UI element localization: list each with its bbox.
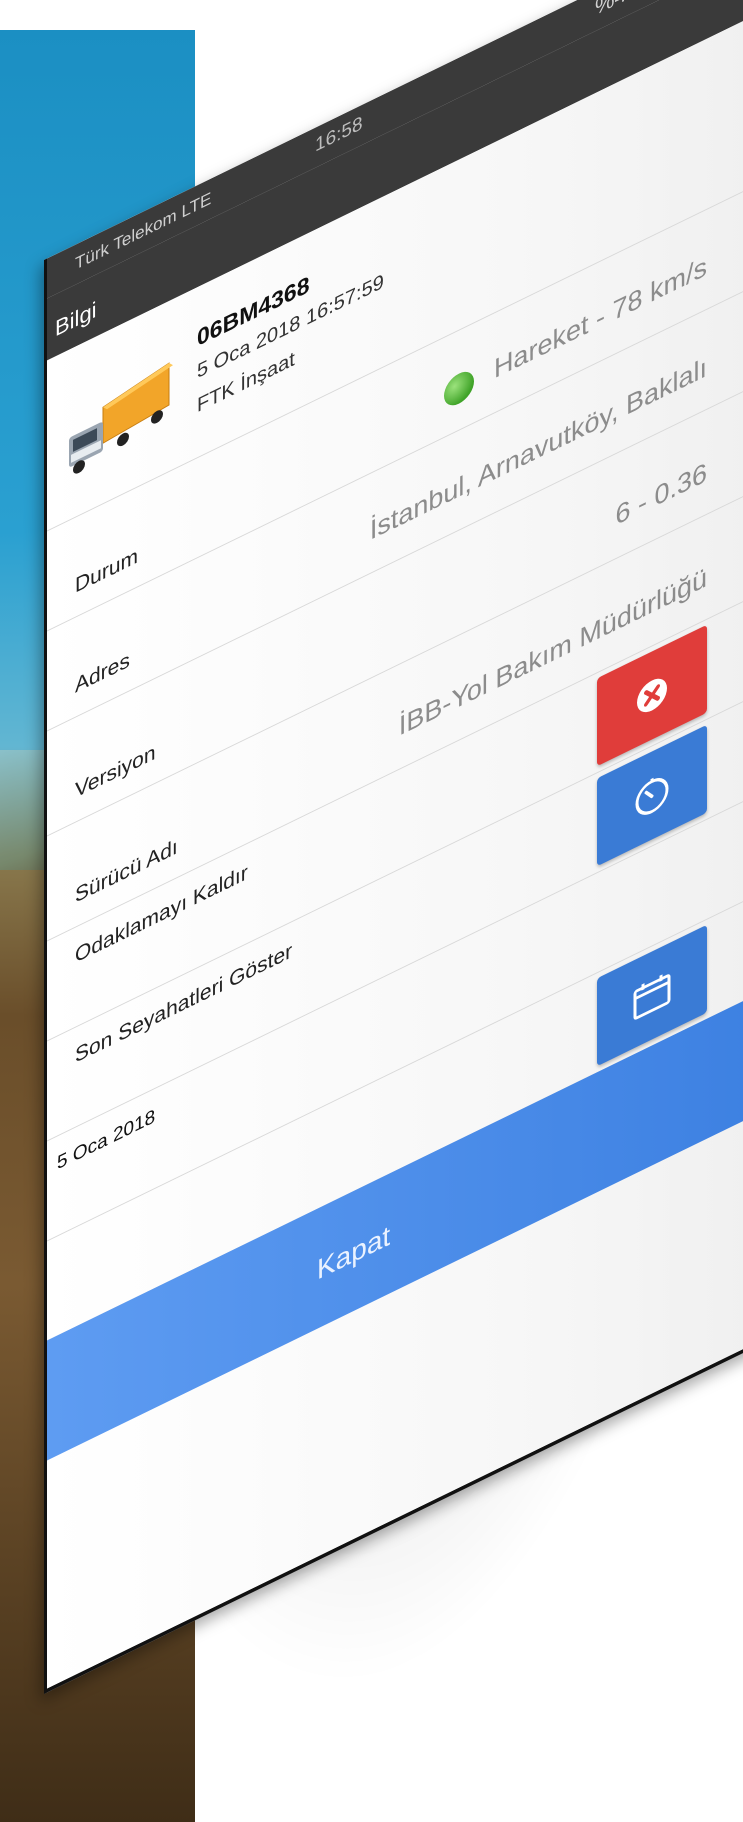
adres-label: Adres [75, 648, 130, 698]
close-button-label: Kapat [317, 1219, 391, 1286]
timer-icon [635, 777, 669, 815]
screenshot-stage: Türk Telekom LTE 16:58 %42 Bilgi [0, 0, 743, 1822]
truck-icon [69, 362, 173, 474]
close-circle-icon [637, 678, 667, 713]
page-title: Bilgi [55, 296, 97, 342]
status-dot-icon [443, 366, 474, 411]
calendar-icon [633, 974, 671, 1020]
